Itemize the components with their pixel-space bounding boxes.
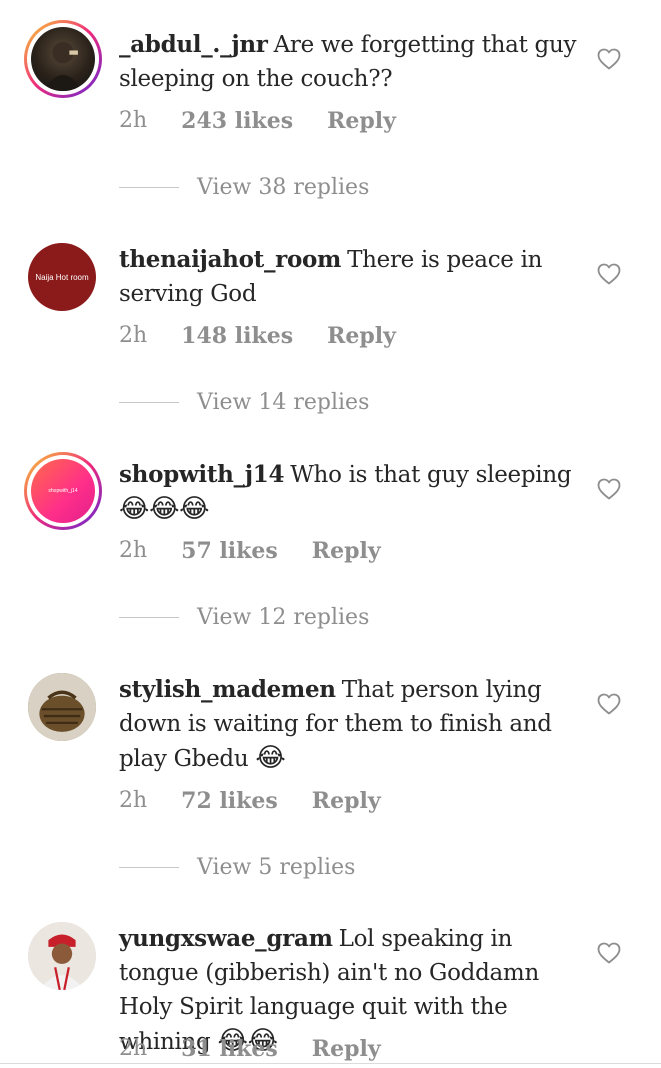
view-replies-button[interactable]: View 14 replies bbox=[119, 390, 369, 415]
view-replies-label: View 5 replies bbox=[197, 855, 356, 880]
heart-outline-icon[interactable] bbox=[597, 263, 621, 285]
view-replies-button[interactable]: View 38 replies bbox=[119, 175, 369, 200]
view-replies-divider bbox=[119, 402, 179, 403]
avatar[interactable]: Naija Hot room bbox=[28, 243, 96, 311]
comment-time: 2h bbox=[119, 323, 148, 348]
comment-username[interactable]: shopwith_j14 bbox=[119, 461, 285, 488]
comment-likes[interactable]: 243 likes bbox=[181, 108, 293, 134]
comment-meta: 2h 243 likes Reply bbox=[119, 108, 396, 134]
comment-meta: 2h 57 likes Reply bbox=[119, 538, 381, 564]
comment-username[interactable]: _abdul_._jnr bbox=[119, 31, 268, 58]
comment-body: thenaijahot_room There is peace in servin… bbox=[119, 243, 579, 311]
reply-button[interactable]: Reply bbox=[327, 108, 396, 134]
comment-meta: 2h 148 likes Reply bbox=[119, 323, 396, 349]
view-replies-divider bbox=[119, 187, 179, 188]
avatar-photo: shopwith_j14 bbox=[31, 459, 95, 523]
view-replies-label: View 14 replies bbox=[197, 390, 370, 415]
reply-button[interactable]: Reply bbox=[312, 1036, 381, 1062]
comment-emoji: 😂😂😂 bbox=[119, 494, 210, 524]
view-replies-label: View 12 replies bbox=[197, 605, 370, 630]
view-replies-divider bbox=[119, 867, 179, 868]
comment-body: stylish_mademen That person lying down is… bbox=[119, 673, 579, 776]
avatar[interactable] bbox=[28, 922, 96, 990]
comment-likes[interactable]: 31 likes bbox=[181, 1036, 278, 1062]
avatar[interactable] bbox=[24, 20, 102, 98]
avatar[interactable]: shopwith_j14 bbox=[24, 452, 102, 530]
comment-body: shopwith_j14 Who is that guy sleeping 😂😂😂 bbox=[119, 458, 579, 527]
comment-likes[interactable]: 148 likes bbox=[181, 323, 293, 349]
avatar-photo bbox=[31, 27, 95, 91]
heart-outline-icon[interactable] bbox=[597, 942, 621, 964]
comment-username[interactable]: thenaijahot_room bbox=[119, 246, 341, 273]
comment-time: 2h bbox=[119, 1036, 148, 1061]
view-replies-button[interactable]: View 12 replies bbox=[119, 605, 369, 630]
avatar-photo-person bbox=[28, 922, 96, 990]
comment-meta: 2h 72 likes Reply bbox=[119, 788, 381, 814]
comment-time: 2h bbox=[119, 538, 148, 563]
comment-meta: 2h 31 likes Reply bbox=[119, 1036, 381, 1062]
comment-body: _abdul_._jnr Are we forgetting that guy s… bbox=[119, 28, 579, 96]
bottom-divider bbox=[0, 1063, 661, 1064]
view-replies-button[interactable]: View 5 replies bbox=[119, 855, 355, 880]
avatar[interactable] bbox=[28, 673, 96, 741]
reply-button[interactable]: Reply bbox=[312, 538, 381, 564]
comment-likes[interactable]: 72 likes bbox=[181, 788, 278, 814]
avatar-photo-figure bbox=[43, 41, 83, 91]
avatar-logo-text: shopwith_j14 bbox=[48, 488, 78, 494]
avatar-photo bbox=[28, 922, 96, 990]
comment-username[interactable]: stylish_mademen bbox=[119, 676, 336, 703]
reply-button[interactable]: Reply bbox=[327, 323, 396, 349]
heart-outline-icon[interactable] bbox=[597, 48, 621, 70]
comment-emoji: 😂 bbox=[255, 743, 286, 773]
avatar-photo: Naija Hot room bbox=[28, 243, 96, 311]
view-replies-label: View 38 replies bbox=[197, 175, 370, 200]
heart-outline-icon[interactable] bbox=[597, 478, 621, 500]
reply-button[interactable]: Reply bbox=[312, 788, 381, 814]
comment-time: 2h bbox=[119, 788, 148, 813]
view-replies-divider bbox=[119, 617, 179, 618]
comment-username[interactable]: yungxswae_gram bbox=[119, 925, 333, 952]
avatar-photo-basket bbox=[28, 673, 96, 741]
comment-likes[interactable]: 57 likes bbox=[181, 538, 278, 564]
comment-text: Who is that guy sleeping bbox=[290, 462, 572, 488]
heart-outline-icon[interactable] bbox=[597, 693, 621, 715]
avatar-photo bbox=[28, 673, 96, 741]
avatar-logo-text: Naija Hot room bbox=[35, 272, 89, 282]
comment-time: 2h bbox=[119, 108, 148, 133]
